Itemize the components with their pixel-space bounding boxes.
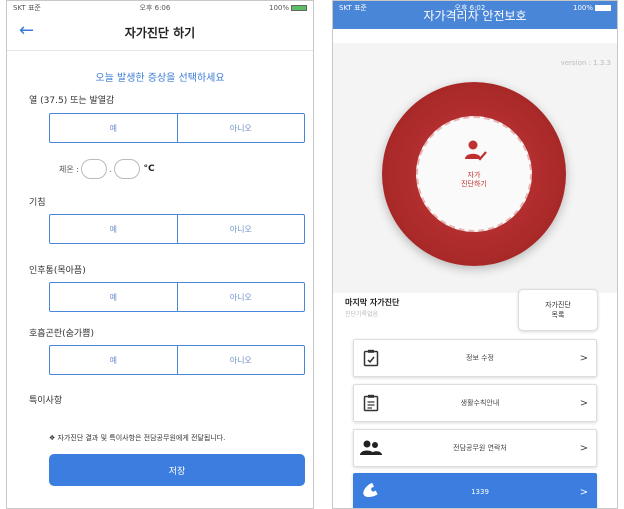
self-check-screen: SKT 표준 오후 6:06 100% ← 자가진단 하기 오늘 발생한 증상을…: [6, 0, 314, 509]
battery-indicator: 100%: [269, 4, 307, 12]
self-check-line2: 진단하기: [461, 180, 487, 188]
question-cough-label: 기침: [29, 198, 46, 208]
self-check-label: 자가 진단하기: [416, 171, 532, 189]
person-check-icon: [465, 140, 487, 161]
temperature-integer-input[interactable]: [80, 159, 107, 179]
clock-label: 오후 6:02: [454, 4, 486, 12]
menu-life-rules-label: 생활수칙안내: [460, 399, 500, 407]
menu-edit-info-label: 정보 수정: [466, 354, 494, 362]
sore-throat-yes-button[interactable]: 예: [50, 283, 177, 311]
self-check-line1: 자가: [467, 171, 481, 179]
notice-text: ❖ 자가진단 결과 및 특이사항은 전담공무원에게 전달됩니다.: [49, 434, 226, 442]
temperature-unit: °C: [143, 164, 155, 174]
question-breathing-label: 호흡곤란(숨가쁨): [29, 329, 94, 339]
version-label: version : 1.3.3: [560, 59, 611, 67]
clock-label: 오후 6:06: [139, 4, 171, 12]
status-bar: SKT 표준 오후 6:02 100%: [333, 1, 617, 15]
check-list-line1: 자가진단: [545, 301, 571, 309]
last-check-title: 마지막 자가진단: [345, 298, 400, 307]
page-subtitle: 오늘 발생한 증상을 선택하세요: [95, 73, 225, 84]
status-bar: SKT 표준 오후 6:06 100%: [7, 1, 313, 15]
menu-call-1339[interactable]: 1339 >: [353, 473, 597, 508]
sore-throat-no-button[interactable]: 아니오: [176, 283, 305, 311]
app-header: ← 자가진단 하기: [7, 15, 313, 51]
check-list-line2: 목록: [551, 311, 565, 319]
check-list-button[interactable]: 자가진단 목록: [518, 289, 598, 331]
page-title: 자가진단 하기: [124, 26, 196, 40]
menu-officer-contact[interactable]: 전담공무원 연락처 >: [353, 429, 597, 467]
sore-throat-toggle: 예 아니오: [49, 282, 305, 312]
back-arrow-icon[interactable]: ←: [19, 20, 34, 41]
clipboard-icon: [354, 394, 388, 412]
home-screen: 자가격리자 안전보호 SKT 표준 오후 6:02 100% version :…: [332, 0, 618, 509]
save-button[interactable]: 저장: [49, 454, 305, 486]
battery-icon: [291, 5, 307, 11]
breathing-yes-button[interactable]: 예: [50, 346, 177, 374]
menu-call-1339-label: 1339: [471, 488, 489, 496]
battery-icon: [595, 5, 611, 11]
cough-no-button[interactable]: 아니오: [176, 215, 305, 243]
temperature-label: 체온 :: [59, 164, 79, 174]
battery-indicator: 100%: [573, 4, 611, 12]
carrier-label: SKT 표준: [13, 4, 41, 12]
battery-label: 100%: [572, 4, 593, 12]
chevron-right-icon: >: [579, 352, 589, 364]
temperature-row: 체온 : . °C: [59, 159, 155, 179]
question-sore-throat-label: 인후통(목아픔): [29, 266, 86, 276]
menu-edit-info[interactable]: 정보 수정 >: [353, 339, 597, 377]
temperature-separator: .: [108, 164, 112, 174]
chevron-right-icon: >: [579, 442, 589, 454]
clipboard-edit-icon: [354, 349, 388, 367]
people-icon: [354, 440, 388, 456]
phone-icon: [354, 483, 388, 501]
question-fever-label: 열 (37.5) 또는 발열감: [29, 96, 115, 106]
breathing-toggle: 예 아니오: [49, 345, 305, 375]
cough-toggle: 예 아니오: [49, 214, 305, 244]
fever-toggle: 예 아니오: [49, 113, 305, 143]
remarks-label: 특이사항: [29, 396, 63, 406]
menu-officer-contact-label: 전담공무원 연락처: [453, 444, 507, 452]
fever-yes-button[interactable]: 예: [50, 114, 177, 142]
carrier-label: SKT 표준: [339, 4, 367, 12]
breathing-no-button[interactable]: 아니오: [176, 346, 305, 374]
chevron-right-icon: >: [579, 397, 589, 409]
temperature-decimal-input[interactable]: [113, 159, 140, 179]
battery-label: 100%: [268, 4, 289, 12]
chevron-right-icon: >: [579, 486, 589, 498]
fever-no-button[interactable]: 아니오: [176, 114, 305, 142]
last-check-subtitle: 진단기록없음: [345, 311, 379, 318]
menu-life-rules[interactable]: 생활수칙안내 >: [353, 384, 597, 422]
cough-yes-button[interactable]: 예: [50, 215, 177, 243]
